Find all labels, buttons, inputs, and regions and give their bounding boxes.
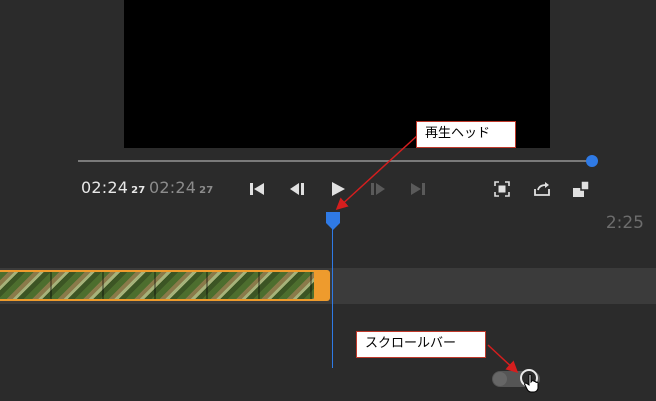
scrubber-knob[interactable] xyxy=(586,155,598,167)
scrubber-track[interactable] xyxy=(78,160,592,162)
current-time: 02:24 27 xyxy=(81,178,145,197)
skip-to-start-icon[interactable] xyxy=(248,180,266,198)
total-time-frames: 27 xyxy=(199,185,214,196)
previous-frame-icon[interactable] xyxy=(288,180,306,198)
scrollbar-left-knob[interactable] xyxy=(493,372,507,386)
skip-to-end-icon[interactable] xyxy=(409,180,427,198)
playhead-line[interactable] xyxy=(332,222,333,368)
current-time-value: 02:24 xyxy=(81,178,129,197)
fit-screen-icon[interactable] xyxy=(493,180,511,198)
next-frame-icon[interactable] xyxy=(369,180,387,198)
playhead-handle[interactable] xyxy=(325,211,341,231)
hand-cursor-icon xyxy=(524,373,540,393)
total-time: 02:24 27 xyxy=(149,178,213,197)
playhead-callout: 再生ヘッド xyxy=(416,121,516,148)
layout-icon[interactable] xyxy=(572,180,590,198)
timeline-timecode: 2:25 xyxy=(605,213,644,233)
share-icon[interactable] xyxy=(533,180,551,198)
total-time-value: 02:24 xyxy=(149,178,197,197)
video-clip[interactable] xyxy=(0,270,330,301)
clip-thumbnails xyxy=(0,272,314,299)
scrollbar-callout: スクロールバー xyxy=(356,331,486,358)
current-time-frames: 27 xyxy=(131,185,146,196)
play-icon[interactable] xyxy=(329,180,347,198)
